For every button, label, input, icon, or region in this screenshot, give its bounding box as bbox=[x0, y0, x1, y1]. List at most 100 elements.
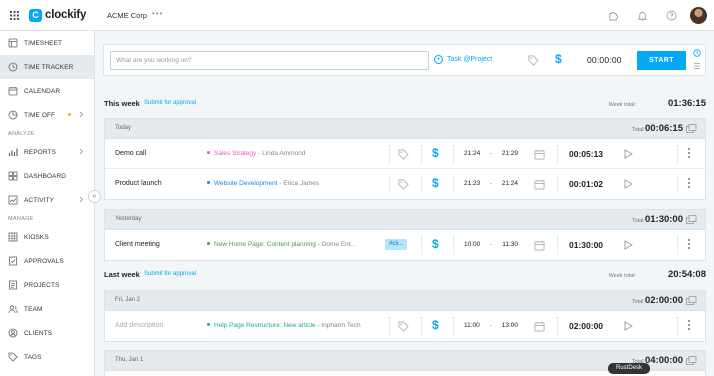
apps-grid-icon[interactable] bbox=[0, 0, 28, 31]
more-options-icon[interactable] bbox=[688, 178, 690, 188]
chevron-right-icon[interactable] bbox=[79, 148, 84, 157]
more-options-icon[interactable] bbox=[688, 239, 690, 249]
chevron-right-icon[interactable] bbox=[79, 196, 84, 205]
day-total: 00:06:15 bbox=[644, 123, 683, 134]
entry-duration[interactable]: 00:05:13 bbox=[569, 149, 603, 159]
sidebar-item-kiosks[interactable]: KIOSKS bbox=[0, 225, 94, 249]
end-time[interactable]: 11:30 bbox=[502, 241, 518, 248]
tag-icon[interactable] bbox=[528, 55, 539, 68]
description-input[interactable] bbox=[110, 51, 429, 70]
entry-description[interactable]: Product launch bbox=[115, 180, 162, 187]
bell-icon[interactable] bbox=[628, 0, 657, 31]
help-icon[interactable] bbox=[657, 0, 686, 31]
clockify-logo-icon: C bbox=[29, 8, 42, 22]
end-time[interactable]: 21:29 bbox=[502, 150, 518, 157]
tag-icon[interactable] bbox=[398, 149, 409, 162]
entry-description[interactable]: Demo call bbox=[115, 150, 146, 157]
tag-icon[interactable] bbox=[398, 321, 409, 334]
divider bbox=[389, 175, 390, 193]
end-time[interactable]: 21:24 bbox=[502, 180, 518, 187]
calendar-icon[interactable] bbox=[534, 149, 545, 162]
divider bbox=[389, 145, 390, 163]
more-options-icon[interactable] bbox=[688, 320, 690, 330]
calendar-icon[interactable] bbox=[534, 179, 545, 192]
time-range[interactable]: 11:00 - 13:00 bbox=[464, 322, 518, 329]
start-time[interactable]: 21:24 bbox=[464, 150, 480, 157]
entry-description[interactable]: Add description bbox=[115, 322, 163, 329]
workspace-more-icon[interactable]: ••• bbox=[152, 9, 163, 18]
time-range[interactable]: 21:23 - 21:24 bbox=[464, 180, 518, 187]
play-icon[interactable] bbox=[624, 149, 633, 161]
entry-project[interactable]: Sales Strategy - Linda Ammond bbox=[207, 150, 387, 157]
billable-dollar-icon[interactable]: $ bbox=[432, 237, 439, 251]
clockify-logo[interactable]: C clockify bbox=[29, 8, 86, 22]
rustdesk-badge[interactable]: RustDesk bbox=[608, 363, 650, 374]
time-entry-row[interactable]: Product launch Website Development - Eri… bbox=[105, 169, 705, 199]
submit-for-approval-link[interactable]: Submit for approval bbox=[144, 100, 196, 106]
start-time[interactable]: 10:00 bbox=[464, 241, 480, 248]
sidebar-item-approvals[interactable]: APPROVALS bbox=[0, 249, 94, 273]
billable-dollar-icon[interactable]: $ bbox=[432, 176, 439, 190]
workspace-name[interactable]: ACME Corp bbox=[107, 11, 147, 20]
start-button[interactable]: START bbox=[637, 51, 686, 70]
play-icon[interactable] bbox=[624, 179, 633, 191]
billable-dollar-icon[interactable]: $ bbox=[555, 52, 562, 66]
entry-project[interactable]: Website Development - Erica James bbox=[207, 180, 387, 187]
end-time[interactable]: 13:00 bbox=[502, 322, 518, 329]
play-icon[interactable] bbox=[624, 240, 633, 252]
sidebar-item-activity[interactable]: ACTIVITY bbox=[0, 188, 94, 212]
dashboard-icon bbox=[8, 171, 18, 181]
avatar[interactable] bbox=[690, 7, 707, 24]
tag-icon[interactable] bbox=[398, 179, 409, 192]
more-options-icon[interactable] bbox=[688, 148, 690, 158]
range-dash: - bbox=[489, 180, 493, 187]
billable-dollar-icon[interactable]: $ bbox=[432, 318, 439, 332]
day-total-label: Total: bbox=[631, 299, 645, 305]
entry-duration[interactable]: 00:01:02 bbox=[569, 179, 603, 189]
sidebar-item-projects[interactable]: PROJECTS bbox=[0, 273, 94, 297]
calendar-icon[interactable] bbox=[534, 240, 545, 253]
sidebar-item-clients[interactable]: CLIENTS bbox=[0, 321, 94, 345]
bulk-edit-icon[interactable] bbox=[686, 124, 697, 136]
tag-chip[interactable]: #cli... bbox=[385, 239, 408, 250]
divider bbox=[453, 145, 454, 163]
bulk-edit-icon[interactable] bbox=[686, 215, 697, 227]
sidebar-item-calendar[interactable]: CALENDAR bbox=[0, 79, 94, 103]
entry-project[interactable]: Help Page Restructure: New article - Inp… bbox=[207, 322, 387, 329]
collapse-sidebar-button[interactable]: « bbox=[88, 190, 101, 203]
sidebar-item-team[interactable]: TEAM bbox=[0, 297, 94, 321]
time-range[interactable]: 21:24 - 21:29 bbox=[464, 150, 518, 157]
entry-project[interactable]: New Home Page: Content planning - Dome E… bbox=[207, 241, 365, 248]
billable-dollar-icon[interactable]: $ bbox=[432, 146, 439, 160]
time-range[interactable]: 10:00 - 11:30 bbox=[464, 241, 518, 248]
timer-mode-toggle[interactable] bbox=[692, 49, 702, 70]
project-picker-button[interactable]: + Task @Project bbox=[434, 55, 492, 64]
time-entry-row[interactable]: Add description Help Page Restructure: N… bbox=[105, 311, 705, 341]
chevron-right-icon[interactable] bbox=[79, 111, 84, 120]
play-icon[interactable] bbox=[624, 321, 633, 333]
sidebar-item-tags[interactable]: TAGS bbox=[0, 345, 94, 369]
sidebar-item-time-off[interactable]: TIME OFF bbox=[0, 103, 94, 127]
sidebar-item-time-tracker[interactable]: TIME TRACKER bbox=[0, 55, 94, 79]
time-entry-row[interactable]: Demo call Sales Strategy - Linda Ammond … bbox=[105, 139, 705, 169]
entry-description[interactable]: Client meeting bbox=[115, 241, 160, 248]
sidebar-item-timesheet[interactable]: TIMESHEET bbox=[0, 31, 94, 55]
week-total: 01:36:15 bbox=[667, 98, 706, 109]
calendar-icon[interactable] bbox=[534, 321, 545, 334]
start-time[interactable]: 11:00 bbox=[464, 322, 480, 329]
sidebar-item-dashboard[interactable]: DASHBOARD bbox=[0, 164, 94, 188]
puzzle-icon[interactable] bbox=[599, 0, 628, 31]
bulk-edit-icon[interactable] bbox=[686, 356, 697, 368]
time-entry-row[interactable]: Client meeting New Home Page: Content pl… bbox=[105, 230, 705, 260]
client-name: Erica James bbox=[283, 180, 320, 187]
submit-for-approval-link[interactable]: Submit for approval bbox=[144, 271, 196, 277]
divider bbox=[453, 175, 454, 193]
entry-duration[interactable]: 02:00:00 bbox=[569, 321, 603, 331]
section-analyze: ANALYZE bbox=[8, 130, 35, 137]
bulk-edit-icon[interactable] bbox=[686, 296, 697, 308]
start-time[interactable]: 21:23 bbox=[464, 180, 480, 187]
sidebar-item-reports[interactable]: REPORTS bbox=[0, 140, 94, 164]
divider bbox=[677, 317, 678, 335]
entry-duration[interactable]: 01:30:00 bbox=[569, 240, 603, 250]
divider bbox=[677, 236, 678, 254]
